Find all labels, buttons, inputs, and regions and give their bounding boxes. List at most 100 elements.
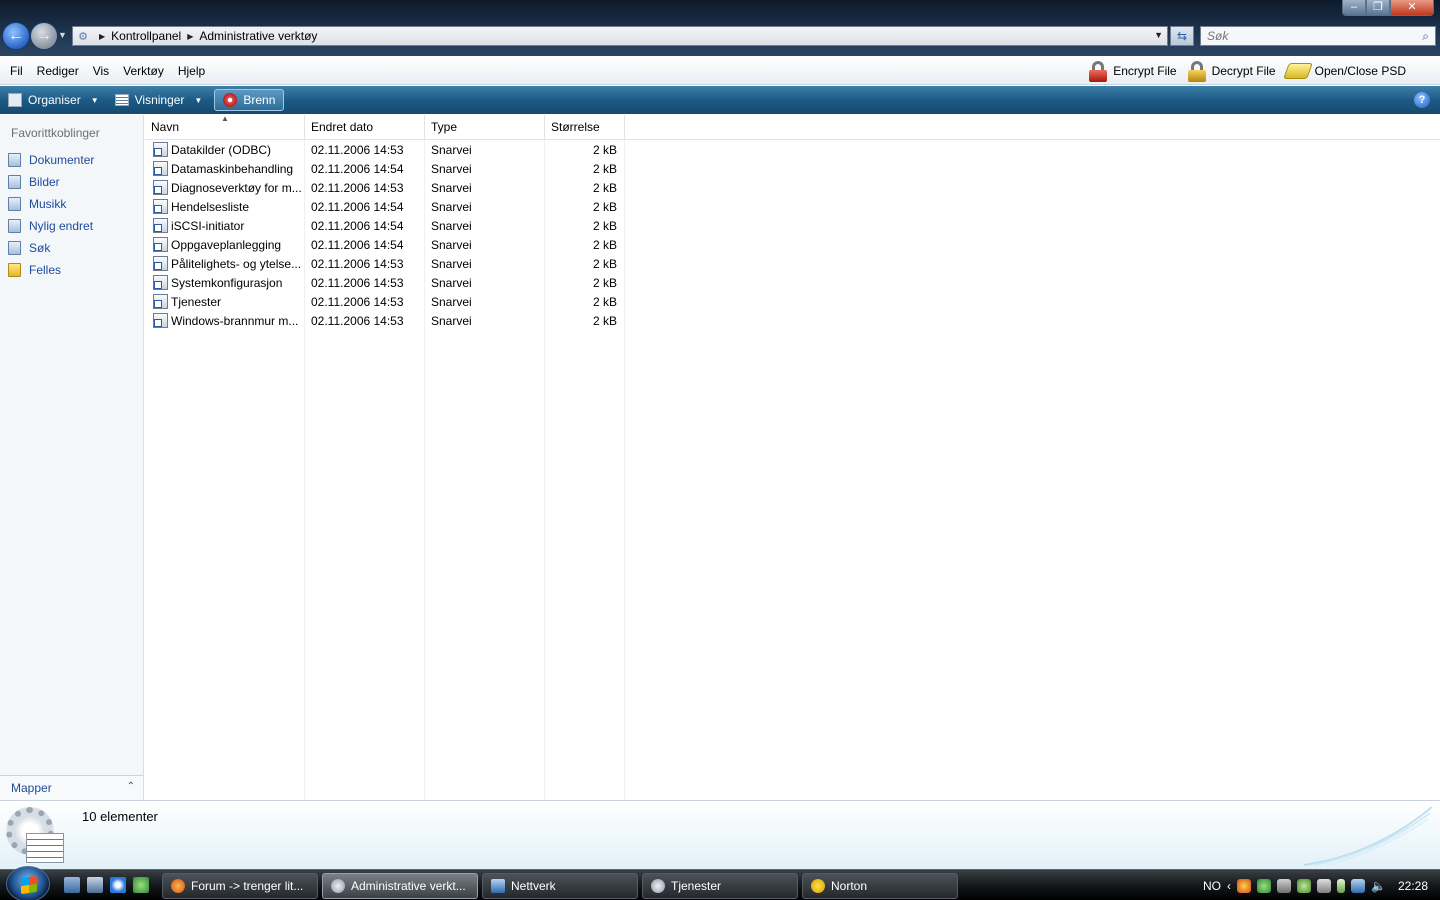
navigation-pane: Favorittkoblinger Dokumenter Bilder Musi… bbox=[0, 115, 144, 800]
breadcrumb-kontrollpanel[interactable]: Kontrollpanel bbox=[111, 29, 181, 43]
task-administrative-tools[interactable]: Administrative verkt... bbox=[322, 873, 478, 899]
open-close-psd-label: Open/Close PSD bbox=[1314, 64, 1406, 78]
favorite-bilder[interactable]: Bilder bbox=[8, 171, 94, 193]
task-norton[interactable]: Norton bbox=[802, 873, 958, 899]
file-row[interactable]: Datakilder (ODBC) 02.11.2006 14:53 Snarv… bbox=[145, 140, 625, 159]
help-button[interactable]: ? bbox=[1414, 92, 1430, 108]
views-label: Visninger bbox=[134, 93, 185, 107]
norton-tray-icon[interactable] bbox=[1237, 878, 1252, 893]
task-label: Tjenester bbox=[671, 879, 722, 893]
file-row[interactable]: Datamaskinbehandling 02.11.2006 14:54 Sn… bbox=[145, 159, 625, 178]
chevron-left-icon[interactable]: ‹ bbox=[1227, 879, 1231, 893]
task-network[interactable]: Nettverk bbox=[482, 873, 638, 899]
title-bar: ‒ ❐ ✕ ← → ▼ ⚙ ▶ Kontrollpanel ▶ Administ… bbox=[0, 0, 1440, 56]
messenger-tray-icon[interactable] bbox=[1257, 878, 1272, 893]
file-row[interactable]: Hendelsesliste 02.11.2006 14:54 Snarvei … bbox=[145, 197, 625, 216]
organise-button[interactable]: Organiser ▼ bbox=[0, 89, 107, 111]
volume-icon[interactable]: 🔈 bbox=[1371, 879, 1386, 893]
windows-logo-icon bbox=[21, 875, 37, 895]
menu-verktoy[interactable]: Verktøy bbox=[116, 64, 171, 78]
sort-ascending-icon: ▲ bbox=[221, 114, 229, 123]
help-icon: ? bbox=[1418, 94, 1426, 106]
views-button[interactable]: Visninger ▼ bbox=[107, 89, 211, 111]
maximize-button[interactable]: ❐ bbox=[1366, 0, 1390, 16]
search-icon[interactable]: ⌕ bbox=[1422, 29, 1429, 44]
breadcrumb-administrative-verktoy[interactable]: Administrative verktøy bbox=[199, 29, 317, 43]
folders-toggle[interactable]: Mapper ⌃ bbox=[0, 775, 143, 800]
file-size: 2 kB bbox=[592, 200, 617, 214]
address-bar[interactable]: ⚙ ▶ Kontrollpanel ▶ Administrative verkt… bbox=[72, 26, 1168, 46]
wireless-icon[interactable] bbox=[1297, 878, 1312, 893]
update-icon[interactable] bbox=[1317, 878, 1332, 893]
file-row[interactable]: Windows-brannmur m... 02.11.2006 14:53 S… bbox=[145, 311, 625, 330]
shortcut-icon bbox=[153, 180, 168, 195]
close-button[interactable]: ✕ bbox=[1390, 0, 1434, 16]
favorite-musikk[interactable]: Musikk bbox=[8, 193, 94, 215]
search-box[interactable]: ⌕ bbox=[1200, 26, 1436, 46]
column-header-type[interactable]: Type bbox=[425, 115, 545, 140]
task-firefox-forum[interactable]: Forum -> trenger lit... bbox=[162, 873, 318, 899]
open-close-psd-button[interactable]: Open/Close PSD bbox=[1282, 63, 1406, 79]
favorite-label: Musikk bbox=[29, 197, 67, 211]
minimize-button[interactable]: ‒ bbox=[1342, 0, 1366, 16]
file-type: Snarvei bbox=[431, 238, 472, 252]
file-name: Windows-brannmur m... bbox=[171, 314, 299, 328]
refresh-button[interactable]: ⇆ bbox=[1170, 26, 1194, 46]
command-bar: Organiser ▼ Visninger ▼ Brenn ? bbox=[0, 86, 1440, 114]
encrypt-file-button[interactable]: Encrypt File bbox=[1088, 60, 1177, 82]
steam-icon[interactable] bbox=[1277, 878, 1292, 893]
menu-hjelp[interactable]: Hjelp bbox=[171, 64, 212, 78]
file-row[interactable]: Oppgaveplanlegging 02.11.2006 14:54 Snar… bbox=[145, 235, 625, 254]
address-dropdown-icon[interactable]: ▼ bbox=[1154, 30, 1163, 40]
file-date: 02.11.2006 14:53 bbox=[311, 276, 404, 290]
language-indicator[interactable]: NO bbox=[1203, 879, 1221, 893]
file-type: Snarvei bbox=[431, 314, 472, 328]
search-input[interactable] bbox=[1207, 29, 1407, 43]
file-row[interactable]: iSCSI-initiator 02.11.2006 14:54 Snarvei… bbox=[145, 216, 625, 235]
messenger-icon[interactable] bbox=[133, 877, 149, 893]
favorite-label: Søk bbox=[29, 241, 51, 255]
recent-pages-dropdown[interactable]: ▼ bbox=[58, 30, 67, 40]
file-date: 02.11.2006 14:53 bbox=[311, 314, 404, 328]
network-tray-icon[interactable] bbox=[1351, 878, 1366, 893]
shortcut-icon bbox=[153, 275, 168, 290]
favorite-label: Nylig endret bbox=[29, 219, 94, 233]
column-header-size[interactable]: Størrelse bbox=[545, 115, 625, 140]
battery-icon[interactable] bbox=[1337, 878, 1346, 893]
file-row[interactable]: Diagnoseverktøy for m... 02.11.2006 14:5… bbox=[145, 178, 625, 197]
back-button[interactable]: ← bbox=[2, 22, 30, 50]
file-size: 2 kB bbox=[592, 143, 617, 157]
recent-icon bbox=[8, 219, 21, 233]
clock[interactable]: 22:28 bbox=[1398, 879, 1428, 893]
file-name: Datakilder (ODBC) bbox=[171, 143, 272, 157]
file-type: Snarvei bbox=[431, 143, 472, 157]
shortcut-icon bbox=[153, 294, 168, 309]
task-services[interactable]: Tjenester bbox=[642, 873, 798, 899]
forward-button[interactable]: → bbox=[30, 22, 58, 50]
decrypt-file-label: Decrypt File bbox=[1211, 64, 1276, 78]
burn-disc-icon bbox=[223, 93, 238, 107]
favorite-label: Dokumenter bbox=[29, 153, 95, 167]
favorite-felles[interactable]: Felles bbox=[8, 259, 94, 281]
start-button[interactable] bbox=[6, 866, 50, 900]
switch-windows-icon[interactable] bbox=[64, 877, 80, 893]
burn-label: Brenn bbox=[243, 93, 276, 107]
decrypt-file-button[interactable]: Decrypt File bbox=[1187, 60, 1276, 82]
favorite-dokumenter[interactable]: Dokumenter bbox=[8, 149, 94, 171]
internet-explorer-icon[interactable] bbox=[110, 877, 126, 893]
column-header-name[interactable]: ▲ Navn bbox=[145, 114, 305, 140]
breadcrumb-separator-icon[interactable]: ▶ bbox=[187, 32, 193, 41]
show-desktop-icon[interactable] bbox=[87, 877, 103, 893]
file-row[interactable]: Pålitelighets- og ytelse... 02.11.2006 1… bbox=[145, 254, 625, 273]
menu-rediger[interactable]: Rediger bbox=[30, 64, 86, 78]
file-row[interactable]: Tjenester 02.11.2006 14:53 Snarvei 2 kB bbox=[145, 292, 625, 311]
favorite-nylig-endret[interactable]: Nylig endret bbox=[8, 215, 94, 237]
menu-vis[interactable]: Vis bbox=[86, 64, 116, 78]
encrypt-file-label: Encrypt File bbox=[1113, 64, 1177, 78]
menu-fil[interactable]: Fil bbox=[0, 64, 30, 78]
file-row[interactable]: Systemkonfigurasjon 02.11.2006 14:53 Sna… bbox=[145, 273, 625, 292]
breadcrumb-separator-icon[interactable]: ▶ bbox=[99, 32, 105, 41]
file-size: 2 kB bbox=[592, 238, 617, 252]
favorite-sok[interactable]: Søk bbox=[8, 237, 94, 259]
column-header-date[interactable]: Endret dato bbox=[305, 115, 425, 140]
